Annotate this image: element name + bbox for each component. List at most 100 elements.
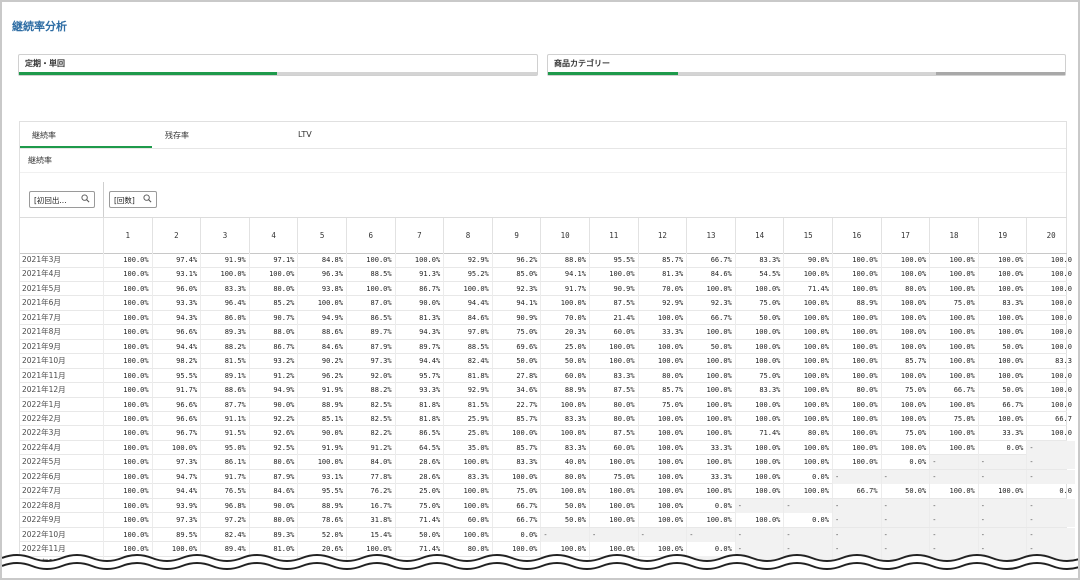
table-cell: 100.0% bbox=[783, 339, 832, 354]
table-cell: 80.6% bbox=[248, 455, 298, 470]
table-cell: 100.0% bbox=[734, 469, 784, 484]
table-row: 2022年2月 100.0% 96.6% 91.1% 92.2% 85.1% 82.5% 81… bbox=[20, 411, 1072, 427]
table-cell: 88.9% bbox=[832, 296, 881, 311]
table-cell: - bbox=[686, 527, 735, 542]
table-cell: 87.7% bbox=[200, 397, 249, 412]
table-cell: 93.3% bbox=[394, 383, 444, 398]
table-cell: 100.0% bbox=[394, 253, 444, 267]
table-cell: 100.0% bbox=[346, 281, 395, 296]
table-cell: 33.3% bbox=[977, 426, 1027, 441]
table-cell: 96.0% bbox=[151, 281, 201, 296]
table-cell: 84.6% bbox=[297, 339, 346, 354]
table-cell: 100.0% bbox=[637, 469, 687, 484]
table-cell: 100.0% bbox=[540, 397, 589, 412]
table-cell: 100.0% bbox=[103, 455, 152, 470]
table-cell: 34.6% bbox=[491, 383, 541, 398]
table-cell: 100.0% bbox=[977, 310, 1027, 325]
table-cell: 100.0% bbox=[637, 411, 687, 426]
table-header: 1 2 3 4 5 6 7 8 9 10 11 12 13 14 15 16 17 18 19 20 bbox=[20, 217, 1067, 254]
table-cell: 80.0% bbox=[832, 383, 881, 398]
count-dropdown[interactable]: [回数] bbox=[109, 191, 157, 208]
table-cell: 97.4% bbox=[151, 253, 201, 267]
table-cell: 100.0% bbox=[589, 498, 638, 513]
table-cell: 100.0% bbox=[637, 513, 687, 528]
table-cell: 100.0 bbox=[1026, 426, 1075, 441]
row-label: 2021年6月 bbox=[22, 298, 61, 308]
table-cell: 100.0% bbox=[103, 411, 152, 426]
table-cell: 92.5% bbox=[248, 440, 298, 455]
table-cell: 100.0% bbox=[103, 469, 152, 484]
table-cell: 100.0% bbox=[734, 440, 784, 455]
table-cell: 50.0% bbox=[977, 339, 1027, 354]
column-header: 15 bbox=[783, 218, 832, 253]
table-cell: 100.0% bbox=[686, 513, 735, 528]
table-cell: 100.0% bbox=[686, 368, 735, 383]
table-cell: 75.0% bbox=[880, 383, 930, 398]
table-cell: 100.0% bbox=[734, 354, 784, 369]
column-header: 7 bbox=[394, 218, 444, 253]
table-cell: 94.4% bbox=[151, 339, 201, 354]
filter-product-category[interactable]: 商品カテゴリー bbox=[547, 54, 1066, 76]
table-cell: 85.7% bbox=[491, 440, 541, 455]
column-header: 10 bbox=[540, 218, 589, 253]
table-cell: 100.0% bbox=[686, 397, 735, 412]
table-cell: 75.0% bbox=[491, 484, 541, 499]
table-cell: - bbox=[832, 513, 881, 528]
table-cell: 100.0% bbox=[589, 354, 638, 369]
tab-retention-rate[interactable]: 継続率 bbox=[32, 130, 56, 141]
table-cell: - bbox=[734, 527, 784, 542]
table-cell: 100.0% bbox=[832, 310, 881, 325]
table-cell: - bbox=[929, 527, 978, 542]
table-cell: 100.0% bbox=[734, 455, 784, 470]
table-cell: - bbox=[977, 513, 1027, 528]
table-cell: 86.7% bbox=[248, 339, 298, 354]
tab-ltv[interactable]: LTV bbox=[298, 130, 312, 139]
table-cell: 100.0% bbox=[929, 426, 978, 441]
filter-subscription-type[interactable]: 定期・単回 bbox=[18, 54, 538, 76]
table-cell: 96.3% bbox=[297, 267, 346, 282]
table-cell: 100.0% bbox=[783, 296, 832, 311]
table-cell: 88.9% bbox=[540, 383, 589, 398]
table-cell: 100.0% bbox=[783, 397, 832, 412]
table-cell: 80.0% bbox=[783, 426, 832, 441]
tab-survival-rate[interactable]: 残存率 bbox=[165, 130, 189, 141]
table-cell: 94.1% bbox=[540, 267, 589, 282]
row-label: 2022年3月 bbox=[22, 428, 61, 438]
table-cell: 81.5% bbox=[200, 354, 249, 369]
table-cell: - bbox=[977, 527, 1027, 542]
table-cell: - bbox=[1026, 455, 1075, 470]
table-cell: 88.9% bbox=[297, 397, 346, 412]
table-cell: 86.5% bbox=[346, 310, 395, 325]
table-cell: 89.7% bbox=[394, 339, 444, 354]
table-cell: 64.5% bbox=[394, 440, 444, 455]
app-window: 継続率分析 定期・単回 商品カテゴリー 継続率 残存率 LTV 継続率 [初回出… bbox=[0, 0, 1080, 580]
table-cell: 100.0% bbox=[103, 426, 152, 441]
table-cell: 100.0% bbox=[151, 440, 201, 455]
table-cell: - bbox=[929, 469, 978, 484]
table-cell: 28.6% bbox=[394, 469, 444, 484]
table-cell: 100.0% bbox=[783, 325, 832, 340]
table-cell: 82.5% bbox=[346, 411, 395, 426]
first-purchase-dropdown[interactable]: [初回出... bbox=[29, 191, 95, 208]
table-cell: 100.0% bbox=[248, 267, 298, 282]
table-cell: 100.0% bbox=[589, 267, 638, 282]
table-cell: 100.0% bbox=[637, 339, 687, 354]
table-cell: 100.0% bbox=[977, 253, 1027, 267]
row-label: 2022年5月 bbox=[22, 457, 61, 467]
row-label: 2021年10月 bbox=[22, 356, 66, 366]
table-cell: 94.4% bbox=[394, 354, 444, 369]
table-cell: 100.0% bbox=[977, 281, 1027, 296]
row-label: 2021年12月 bbox=[22, 385, 66, 395]
table-cell: 21.4% bbox=[589, 310, 638, 325]
table-cell: 66.7% bbox=[491, 498, 541, 513]
filter-progress-end bbox=[936, 72, 1065, 75]
table-cell: 100.0% bbox=[832, 440, 881, 455]
table-cell: 100.0% bbox=[443, 281, 492, 296]
column-header: 6 bbox=[346, 218, 395, 253]
table-cell: 100.0 bbox=[1026, 397, 1075, 412]
table-cell: 100.0% bbox=[734, 397, 784, 412]
table-row: 2021年8月 100.0% 96.6% 89.3% 88.0% 88.6% 89.7% 94… bbox=[20, 325, 1072, 340]
table-cell: 100.0% bbox=[637, 310, 687, 325]
table-cell: 52.0% bbox=[297, 527, 346, 542]
table-cell: 97.3% bbox=[151, 513, 201, 528]
